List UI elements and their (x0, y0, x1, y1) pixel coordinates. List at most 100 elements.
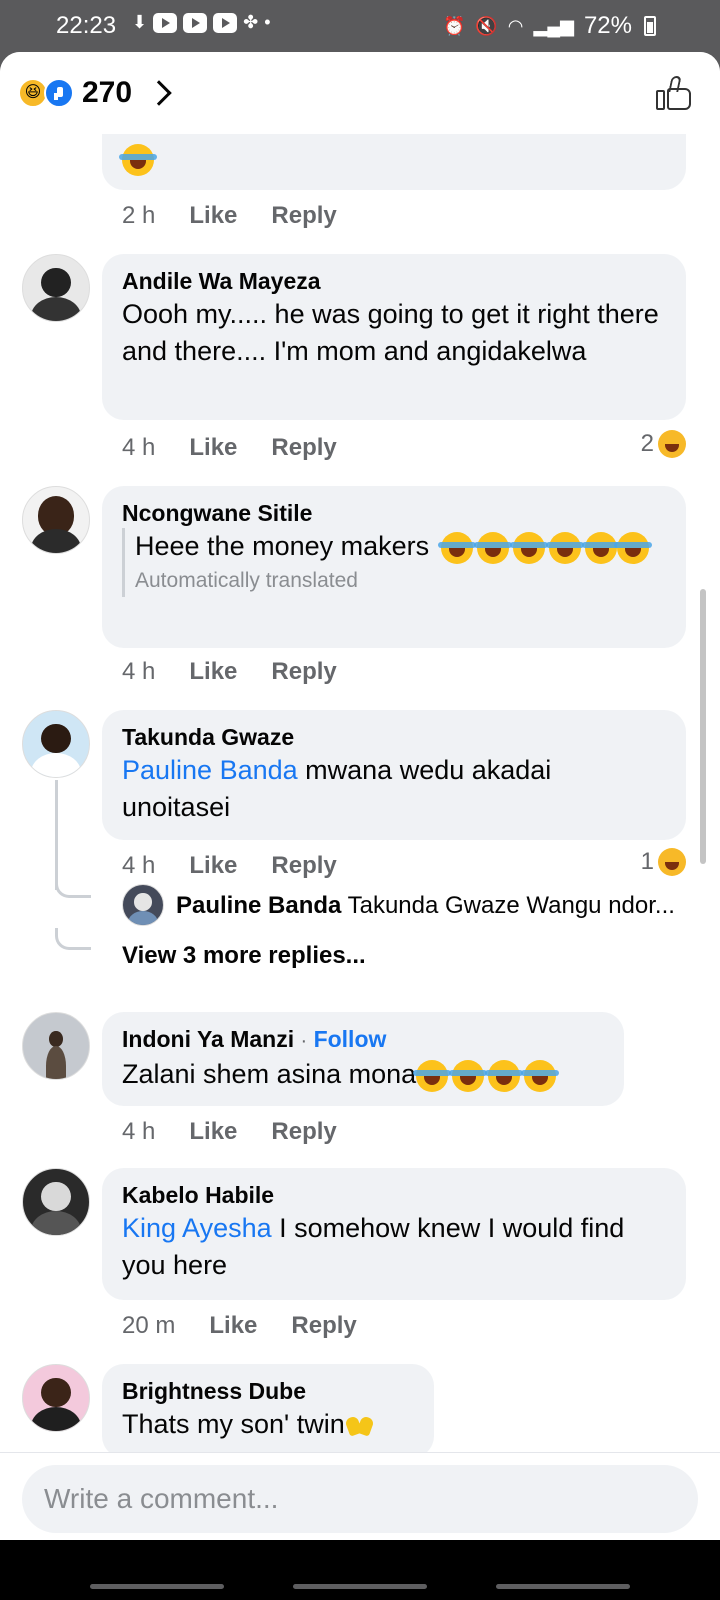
comment-reactions[interactable]: 2 (641, 430, 686, 458)
thread-line (55, 780, 58, 890)
comment-text: Heee the money makers (135, 531, 430, 561)
thumbs-up-icon[interactable] (656, 76, 694, 112)
like-button[interactable]: Like (189, 1118, 237, 1146)
comment-bubble (102, 134, 686, 190)
comment-bubble: Ncongwane Sitile Heee the money makers A… (102, 486, 686, 648)
reply-avatar[interactable] (122, 884, 164, 926)
chevron-right-icon[interactable] (146, 80, 172, 106)
reactions-summary[interactable]: 😆 (18, 78, 78, 108)
alarm-icon: ⏰ (442, 15, 466, 36)
avatar[interactable] (22, 254, 90, 322)
avatar[interactable] (22, 1364, 90, 1432)
comment-bubble: Takunda Gwaze Pauline Banda mwana wedu a… (102, 710, 686, 840)
clapping-hands-emoji (345, 1415, 375, 1437)
separator-dot: · (300, 1030, 308, 1052)
reply-author[interactable]: Pauline Banda (176, 892, 341, 919)
rolling-laughing-emoji (119, 144, 157, 176)
comment-actions: 4 h Like Reply (122, 654, 337, 690)
like-button[interactable]: Like (189, 852, 237, 880)
tears-of-joy-emoji (437, 531, 476, 564)
comment-author[interactable]: Ncongwane Sitile (122, 498, 666, 528)
like-button[interactable]: Like (189, 658, 237, 686)
follow-button[interactable]: Follow (314, 1026, 387, 1052)
youtube-icon (183, 12, 208, 33)
tears-of-joy-emoji (485, 1059, 524, 1092)
like-reaction-icon (44, 78, 74, 108)
reply-text: Takunda Gwaze Wangu ndor... (347, 892, 675, 919)
comment-author[interactable]: Andile Wa Mayeza (122, 266, 666, 296)
comment-time: 20 m (122, 1312, 176, 1339)
notification-icons: ⬇ ✤ • (132, 12, 271, 33)
comment-bubble: Indoni Ya Manzi · Follow Zalani shem asi… (102, 1012, 624, 1106)
view-more-replies[interactable]: View 3 more replies... (122, 942, 366, 970)
comment-author[interactable]: Kabelo Habile (122, 1180, 666, 1210)
like-button[interactable]: Like (209, 1312, 257, 1340)
wifi-icon: ◠ (507, 15, 524, 36)
like-button[interactable]: Like (189, 202, 237, 230)
avatar[interactable] (22, 710, 90, 778)
thread-connector (55, 928, 91, 950)
comment-bubble: Kabelo Habile King Ayesha I somehow knew… (102, 1168, 686, 1300)
avatar[interactable] (22, 486, 90, 554)
comment-time: 4 h (122, 1118, 156, 1145)
comment-time: 4 h (122, 658, 156, 685)
haha-reaction-icon (658, 430, 686, 458)
comment-actions: 2 h Like Reply (122, 198, 337, 234)
battery-icon (644, 16, 656, 36)
comment-time: 2 h (122, 202, 156, 229)
comment-author[interactable]: Brightness Dube (122, 1376, 414, 1406)
haha-reaction-icon (658, 848, 686, 876)
reaction-count[interactable]: 270 (82, 76, 132, 110)
comment-author[interactable]: Takunda Gwaze (122, 722, 666, 752)
reply-button[interactable]: Reply (291, 1312, 356, 1340)
mute-icon: 🔇 (475, 15, 498, 36)
comment-actions: 4 h Like Reply (122, 848, 337, 884)
scrollbar[interactable] (700, 589, 706, 864)
thread-connector (55, 876, 91, 898)
comment-list[interactable]: 2 h Like Reply Andile Wa Mayeza Oooh my.… (0, 134, 720, 1504)
reply-button[interactable]: Reply (271, 1118, 336, 1146)
comment-actions: 20 m Like Reply (122, 1308, 357, 1344)
tears-of-joy-emoji (581, 531, 620, 564)
comment-bubble: Andile Wa Mayeza Oooh my..... he was goi… (102, 254, 686, 420)
reply-button[interactable]: Reply (271, 434, 336, 462)
translation-label[interactable]: Automatically translated (135, 565, 666, 597)
reaction-count: 2 (640, 430, 654, 457)
reaction-count: 1 (640, 848, 654, 875)
back-button[interactable] (496, 1584, 630, 1589)
like-button[interactable]: Like (189, 434, 237, 462)
comment-reactions[interactable]: 1 (641, 848, 686, 876)
comment-time: 4 h (122, 852, 156, 879)
reply-preview[interactable]: Pauline Banda Takunda Gwaze Wangu ndor..… (176, 892, 686, 920)
more-notifications-dot-icon: • (264, 12, 271, 32)
avatar[interactable] (22, 1012, 90, 1080)
youtube-icon (213, 12, 238, 33)
tears-of-joy-emoji (473, 531, 512, 564)
recents-button[interactable] (90, 1584, 224, 1589)
reply-button[interactable]: Reply (271, 852, 336, 880)
reply-button[interactable]: Reply (271, 658, 336, 686)
tears-of-joy-emoji (521, 1059, 560, 1092)
comment-text: Zalani shem asina mona (122, 1059, 417, 1089)
tears-of-joy-emoji (509, 531, 548, 564)
comment-text: Thats my son' twin (122, 1409, 345, 1439)
reactions-header: 😆 270 (0, 52, 720, 134)
youtube-icon (153, 12, 178, 33)
home-button[interactable] (293, 1584, 427, 1589)
battery-percent: 72% (583, 12, 632, 39)
pinwheel-icon: ✤ (243, 12, 259, 32)
mention-link[interactable]: Pauline Banda (122, 755, 298, 785)
signal-icon: ▂▄▆ (533, 15, 574, 36)
comment-input[interactable] (22, 1465, 698, 1533)
system-icons: ⏰ 🔇 ◠ ▂▄▆ 72% (443, 12, 656, 40)
reply-button[interactable]: Reply (271, 202, 336, 230)
mention-link[interactable]: King Ayesha (122, 1213, 272, 1243)
avatar[interactable] (22, 1168, 90, 1236)
download-icon: ⬇ (132, 12, 148, 32)
tears-of-joy-emoji (449, 1059, 488, 1092)
comment-author[interactable]: Indoni Ya Manzi (122, 1026, 294, 1052)
tears-of-joy-emoji (545, 531, 584, 564)
tears-of-joy-emoji (613, 531, 652, 564)
comment-actions: 4 h Like Reply (122, 430, 337, 466)
comment-time: 4 h (122, 434, 156, 461)
